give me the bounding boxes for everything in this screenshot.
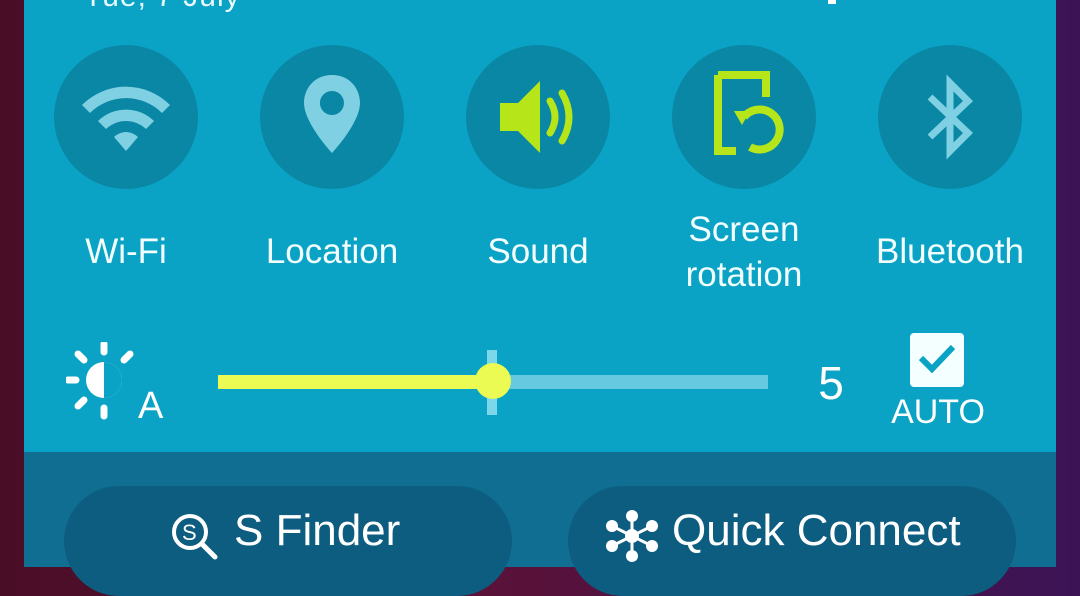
- quick-connect-icon: [606, 510, 658, 562]
- quick-connect-button[interactable]: Quick Connect: [568, 486, 1016, 596]
- s-finder-button[interactable]: S S Finder: [64, 486, 512, 596]
- toggle-sound-label: Sound: [487, 232, 589, 271]
- s-finder-search-icon: S: [172, 514, 218, 560]
- quick-connect-label: Quick Connect: [672, 506, 961, 555]
- s-finder-label: S Finder: [234, 506, 401, 555]
- toggle-bluetooth-circle[interactable]: [878, 45, 1022, 189]
- toggle-screen-rotation-circle[interactable]: [672, 45, 816, 189]
- checkmark-icon: [918, 344, 956, 373]
- auto-brightness-label: AUTO: [891, 393, 985, 431]
- auto-brightness-checkbox[interactable]: [910, 333, 964, 387]
- toggle-wifi[interactable]: Wi-Fi: [26, 0, 226, 300]
- toggle-screen-rotation[interactable]: Screen rotation: [644, 0, 844, 300]
- brightness-slider-thumb[interactable]: [475, 363, 511, 399]
- toggle-bluetooth-label: Bluetooth: [876, 232, 1024, 271]
- toggle-sound-circle[interactable]: [466, 45, 610, 189]
- svg-text:A: A: [138, 385, 164, 422]
- toggle-screen-rotation-label-1: Screen: [688, 210, 800, 249]
- bluetooth-icon: [927, 74, 974, 160]
- wifi-icon: [82, 86, 170, 151]
- screen-rotation-icon: [714, 71, 784, 155]
- location-pin-icon: [304, 75, 360, 153]
- toggle-location-label: Location: [265, 232, 399, 271]
- svg-text:S: S: [182, 520, 197, 545]
- brightness-value: 5: [818, 357, 844, 409]
- toggle-sound[interactable]: Sound: [438, 0, 638, 300]
- toggle-screen-rotation-label-2: rotation: [685, 255, 803, 294]
- brightness-slider-fill: [218, 375, 493, 389]
- toggle-wifi-label: Wi-Fi: [85, 232, 167, 271]
- toggle-bluetooth[interactable]: Bluetooth: [850, 0, 1050, 300]
- speaker-icon: [500, 81, 573, 153]
- toggle-wifi-circle[interactable]: [54, 45, 198, 189]
- toggle-location-circle[interactable]: [260, 45, 404, 189]
- toggle-location[interactable]: Location: [232, 0, 432, 300]
- auto-brightness-icon[interactable]: A: [66, 342, 176, 422]
